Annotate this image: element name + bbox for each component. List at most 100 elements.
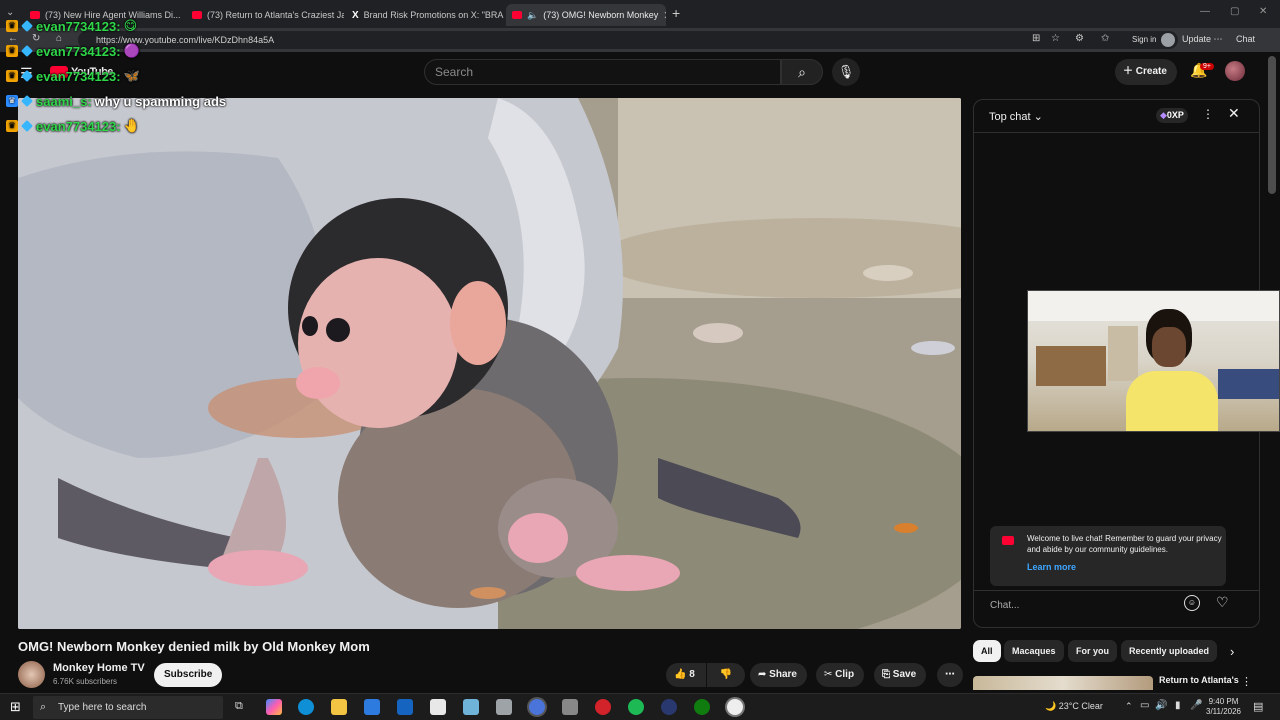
page-scrollbar[interactable] xyxy=(1268,56,1276,194)
crown-badge-icon: ♛ xyxy=(6,120,18,132)
gem-icon: ◆ xyxy=(1160,110,1167,120)
close-window-icon[interactable]: ✕ xyxy=(1259,6,1267,17)
app-icon[interactable] xyxy=(661,699,677,715)
url-field[interactable]: https://www.youtube.com/live/KDzDhn84a5A xyxy=(78,31,1150,49)
chevron-up-icon[interactable]: ⌃ xyxy=(1125,701,1133,712)
crown-badge-icon: ♛ xyxy=(6,95,18,107)
copilot-icon[interactable] xyxy=(266,699,282,715)
tab-3[interactable]: X Brand Risk Promotions on X: "BRA ✕ xyxy=(346,4,504,26)
search-button[interactable]: ⌕ xyxy=(781,59,823,85)
windows-start-icon[interactable]: ⊞ xyxy=(10,699,21,715)
channel-avatar[interactable] xyxy=(18,661,45,688)
like-button[interactable]: 👍 8 xyxy=(666,663,706,687)
subscribe-button[interactable]: Subscribe xyxy=(154,663,223,687)
tab-4-active[interactable]: 🔈 (73) OMG! Newborn Monkey ✕ xyxy=(506,4,666,26)
app-icon[interactable] xyxy=(496,699,512,715)
speaker-icon: 🔈 xyxy=(527,9,539,20)
microphone-icon: 🎙 xyxy=(837,64,855,79)
more-icon: ⋯ xyxy=(1213,34,1223,44)
apps-icon[interactable]: ⊞ xyxy=(1032,33,1040,44)
close-chat-icon[interactable]: ✕ xyxy=(1228,105,1240,122)
emoji-icon[interactable]: ☺ xyxy=(1184,595,1200,611)
notepad-icon[interactable] xyxy=(430,699,446,715)
chrome-icon[interactable] xyxy=(529,699,545,715)
copilot-chat-button[interactable]: Chat xyxy=(1236,34,1255,44)
chip-for-you[interactable]: For you xyxy=(1068,640,1117,662)
gem-badge-icon xyxy=(21,70,33,82)
app-icon[interactable] xyxy=(595,699,611,715)
youtube-icon xyxy=(1002,536,1014,545)
spotify-icon[interactable] xyxy=(628,699,644,715)
share-icon: ➦ xyxy=(758,669,767,680)
gem-badge-icon xyxy=(21,95,33,107)
more-actions-button[interactable]: ⋯ xyxy=(937,663,963,687)
video-player[interactable] xyxy=(18,98,961,629)
xbox-icon[interactable] xyxy=(694,699,710,715)
youtube-icon xyxy=(192,11,202,19)
subscriber-count: 6.76K subscribers xyxy=(53,677,118,686)
edge-icon[interactable] xyxy=(298,699,314,715)
gem-badge-icon xyxy=(21,20,33,32)
sign-in-button[interactable]: Sign in xyxy=(1124,31,1179,49)
related-video-title[interactable]: Return to Atlanta's xyxy=(1159,675,1239,685)
webcam-shirt xyxy=(1126,371,1218,431)
search-input[interactable]: Search xyxy=(424,59,781,85)
weather-widget[interactable]: 🌙 23°C Clear xyxy=(1045,701,1103,712)
channel-name[interactable]: Monkey Home TV xyxy=(53,662,145,674)
close-icon[interactable]: ✕ xyxy=(663,9,666,22)
more-options-icon[interactable]: ⋮ xyxy=(1241,675,1252,688)
volume-icon[interactable]: 🔊 xyxy=(1155,700,1167,711)
crown-badge-icon: ♛ xyxy=(6,45,18,57)
maximize-icon[interactable]: ▢ xyxy=(1230,6,1239,17)
app-icon[interactable] xyxy=(727,699,743,715)
file-explorer-icon[interactable] xyxy=(331,699,347,715)
video-title: OMG! Newborn Monkey denied milk by Old M… xyxy=(18,639,370,654)
plus-icon: ＋ xyxy=(1123,66,1133,77)
voice-search-button[interactable]: 🎙 xyxy=(832,58,860,86)
create-button[interactable]: ＋ Create xyxy=(1115,59,1177,85)
chip-all[interactable]: All xyxy=(973,640,1001,662)
new-tab-icon[interactable]: + xyxy=(672,5,680,21)
favorites-icon[interactable]: ✩ xyxy=(1101,33,1109,44)
more-options-icon[interactable]: ⋮ xyxy=(1202,107,1214,121)
browser-tab-strip: ⌄ (73) New Hire Agent Williams Di... ✕ (… xyxy=(0,0,1280,28)
app-icon[interactable] xyxy=(463,699,479,715)
webcam-table xyxy=(1036,346,1106,386)
windows-taskbar: ⊞ ⌕ Type here to search ⧉ 🌙 23°C Clear ⌃… xyxy=(0,693,1280,720)
store-icon[interactable] xyxy=(364,699,380,715)
task-view-icon[interactable]: ⧉ xyxy=(235,700,243,713)
minimize-icon[interactable]: — xyxy=(1200,6,1210,17)
update-button[interactable]: Update ⋯ xyxy=(1182,34,1223,45)
search-icon: ⌕ xyxy=(798,64,806,80)
tab-2[interactable]: (73) Return to Atlanta's Craziest Ja ✕ xyxy=(186,4,344,26)
scissors-icon: ✂ xyxy=(824,669,833,680)
heart-icon[interactable]: ♡ xyxy=(1216,594,1229,611)
mail-icon[interactable] xyxy=(397,699,413,715)
system-clock[interactable]: 9:40 PM 3/11/2026 xyxy=(1206,697,1241,717)
notifications-icon[interactable]: ▤ xyxy=(1253,700,1263,713)
chevron-right-icon[interactable]: › xyxy=(1230,644,1234,659)
top-chat-dropdown[interactable]: Top chat ⌄ xyxy=(989,110,1043,123)
moon-icon: 🌙 xyxy=(1045,701,1057,711)
chip-recently-uploaded[interactable]: Recently uploaded xyxy=(1121,640,1218,662)
chip-macaques[interactable]: Macaques xyxy=(1004,640,1064,662)
extensions-icon[interactable]: ⚙ xyxy=(1075,33,1084,44)
dislike-button[interactable]: 👎 xyxy=(707,663,745,687)
battery-icon[interactable]: ▮ xyxy=(1175,700,1181,711)
microphone-tray-icon[interactable]: 🎤 xyxy=(1190,700,1202,711)
taskbar-search-input[interactable]: ⌕ Type here to search xyxy=(33,696,223,719)
bookmark-star-icon[interactable]: ☆ xyxy=(1051,33,1060,44)
chat-divider xyxy=(974,590,1259,591)
related-video-thumbnail[interactable] xyxy=(973,676,1153,690)
chat-input[interactable]: Chat... xyxy=(990,600,1175,611)
user-avatar[interactable] xyxy=(1225,61,1245,81)
youtube-icon xyxy=(512,11,522,19)
share-button[interactable]: ➦ Share xyxy=(750,663,807,687)
save-button[interactable]: ⎘ Save xyxy=(874,663,927,687)
app-icon[interactable] xyxy=(562,699,578,715)
bookmark-icon: ⎘ xyxy=(882,669,890,680)
xp-badge[interactable]: ◆0XP xyxy=(1156,108,1188,123)
clip-button[interactable]: ✂ Clip xyxy=(816,663,865,687)
learn-more-link[interactable]: Learn more xyxy=(1027,562,1076,572)
network-icon[interactable]: ▭ xyxy=(1140,700,1149,711)
